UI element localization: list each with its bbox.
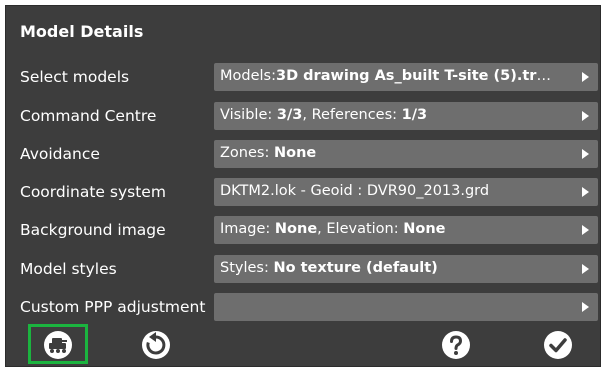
setting-value: Styles: No texture (default) (220, 260, 564, 276)
setting-value-button[interactable] (214, 293, 598, 321)
dialog-title: Model Details (20, 22, 144, 41)
value-text: No texture (default) (273, 260, 438, 276)
setting-row: Command Centre Visible: 3/3, References: … (6, 102, 600, 132)
setting-row: Avoidance Zones: None (6, 140, 600, 170)
value-text: Visible: (220, 107, 277, 123)
setting-value-button[interactable]: Styles: No texture (default) (214, 255, 598, 283)
setting-value-button[interactable]: Models:3D drawing As_built T-site (5).tr… (214, 63, 598, 91)
setting-value-button[interactable]: Visible: 3/3, References: 1/3 (214, 102, 598, 130)
model-details-dialog: Model Details Select models Models:3D dra… (6, 6, 600, 366)
value-text: , References: (302, 107, 402, 123)
value-text: Models: (220, 68, 276, 84)
chevron-right-icon (582, 225, 589, 235)
setting-label: Command Centre (20, 107, 157, 125)
chevron-right-icon (582, 149, 589, 159)
setting-row: Coordinate system DKTM2.lok - Geoid : DVR… (6, 178, 600, 208)
value-text: , Elevation: (317, 221, 404, 237)
value-text: None (274, 221, 318, 237)
setting-value: DKTM2.lok - Geoid : DVR90_2013.grd (220, 183, 564, 199)
confirm-button[interactable] (536, 328, 580, 362)
help-button[interactable] (434, 328, 478, 362)
value-text: DKTM2.lok - Geoid : DVR90_2013.grd (220, 183, 490, 199)
machine-icon (44, 331, 72, 359)
setting-label: Custom PPP adjustment (20, 298, 206, 316)
chevron-right-icon (582, 111, 589, 121)
setting-value: Image: None, Elevation: None (220, 221, 564, 237)
setting-label: Avoidance (20, 145, 100, 163)
value-text: Zones: (220, 145, 274, 161)
setting-value-button[interactable]: Zones: None (214, 140, 598, 168)
setting-label: Coordinate system (20, 183, 166, 201)
value-text: None (403, 221, 446, 237)
setting-label: Background image (20, 221, 166, 239)
value-text: None (273, 145, 317, 161)
setting-row: Model styles Styles: No texture (default) (6, 255, 600, 285)
value-text: Styles: (220, 260, 274, 276)
value-text: Image: (220, 221, 275, 237)
setting-value: Models:3D drawing As_built T-site (5).tr… (220, 68, 564, 84)
setting-label: Model styles (20, 260, 117, 278)
setting-row: Select models Models:3D drawing As_built … (6, 63, 600, 93)
bottom-toolbar (6, 324, 600, 366)
setting-value: Zones: None (220, 145, 564, 161)
reset-icon (142, 331, 170, 359)
machine-button[interactable] (36, 328, 80, 362)
chevron-right-icon (582, 187, 589, 197)
chevron-right-icon (582, 264, 589, 274)
value-text: 3D drawing As_built T-site (5).trm… (275, 68, 564, 84)
help-icon (442, 331, 470, 359)
value-text: 1/3 (401, 107, 428, 123)
setting-row: Background image Image: None, Elevation: … (6, 216, 600, 246)
setting-value-button[interactable]: Image: None, Elevation: None (214, 216, 598, 244)
setting-value-button[interactable]: DKTM2.lok - Geoid : DVR90_2013.grd (214, 178, 598, 206)
confirm-icon (544, 331, 572, 359)
setting-label: Select models (20, 68, 130, 86)
value-text: 3/3 (276, 107, 303, 123)
chevron-right-icon (582, 302, 589, 312)
reset-button[interactable] (134, 328, 178, 362)
setting-row: Custom PPP adjustment (6, 293, 600, 323)
chevron-right-icon (582, 72, 589, 82)
setting-value: Visible: 3/3, References: 1/3 (220, 107, 564, 123)
